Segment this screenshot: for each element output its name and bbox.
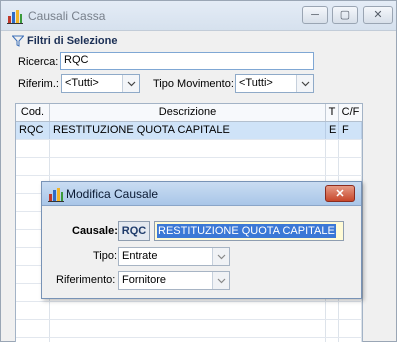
dialog-body: Causale: RQC RESTITUZIONE QUOTA CAPITALE…	[42, 207, 361, 298]
riferimento-value: Fornitore	[122, 274, 167, 286]
cell-t: E	[326, 122, 339, 139]
column-header-cod[interactable]: Cod.	[16, 104, 50, 121]
modifica-causale-dialog: Modifica Causale ✕ Causale: RQC RESTITUZ…	[41, 181, 362, 299]
empty-row[interactable]	[16, 320, 362, 338]
bar-chart-icon	[48, 188, 64, 202]
window-title: Causali Cassa	[28, 9, 106, 23]
riferim-label: Riferim.:	[18, 78, 59, 90]
search-label: Ricerca:	[18, 56, 59, 68]
search-input-value: RQC	[64, 54, 89, 66]
minimize-button[interactable]: ─	[302, 6, 328, 24]
riferim-select[interactable]: <Tutti>	[61, 74, 140, 93]
filter-header[interactable]: Filtri di Selezione	[12, 35, 117, 47]
chevron-down-icon[interactable]	[122, 75, 139, 92]
empty-row[interactable]	[16, 302, 362, 320]
causale-description-field[interactable]: RESTITUZIONE QUOTA CAPITALE	[154, 221, 344, 241]
search-input[interactable]: RQC	[60, 52, 314, 70]
minimize-icon: ─	[311, 8, 319, 21]
tipo-value: Entrate	[122, 250, 158, 262]
chevron-down-icon[interactable]	[212, 248, 229, 265]
empty-row[interactable]	[16, 338, 362, 342]
riferimento-select[interactable]: Fornitore	[118, 271, 230, 290]
funnel-icon	[12, 35, 24, 47]
cell-descrizione: RESTITUZIONE QUOTA CAPITALE	[50, 122, 326, 139]
chevron-down-icon[interactable]	[212, 272, 229, 289]
filter-header-label: Filtri di Selezione	[27, 35, 118, 47]
close-icon: ✕	[335, 188, 345, 200]
dialog-close-button[interactable]: ✕	[325, 185, 355, 202]
close-icon: ✕	[373, 8, 383, 21]
chevron-down-icon[interactable]	[296, 75, 313, 92]
main-titlebar[interactable]: Causali Cassa ─ ▢ ✕	[1, 1, 396, 31]
riferim-value: <Tutti>	[65, 77, 99, 89]
grid-header: Cod. Descrizione T C/F	[16, 104, 362, 122]
tipo-movimento-select[interactable]: <Tutti>	[235, 74, 314, 93]
dialog-titlebar[interactable]: Modifica Causale ✕	[42, 182, 361, 206]
table-row[interactable]: RQC RESTITUZIONE QUOTA CAPITALE E F	[16, 122, 362, 140]
close-button[interactable]: ✕	[363, 6, 393, 24]
causale-label: Causale:	[72, 225, 118, 237]
tipo-movimento-value: <Tutti>	[239, 77, 273, 89]
empty-row[interactable]	[16, 140, 362, 158]
maximize-icon: ▢	[339, 8, 351, 21]
bar-chart-icon	[7, 10, 23, 24]
column-header-t[interactable]: T	[326, 104, 339, 121]
riferimento-label: Riferimento:	[56, 274, 116, 286]
tipo-select[interactable]: Entrate	[118, 247, 230, 266]
column-header-descrizione[interactable]: Descrizione	[50, 104, 326, 121]
cell-cod: RQC	[16, 122, 50, 139]
dialog-title: Modifica Causale	[66, 187, 159, 201]
empty-row[interactable]	[16, 158, 362, 176]
cell-cf: F	[339, 122, 362, 139]
column-header-cf[interactable]: C/F	[339, 104, 362, 121]
causale-code-field[interactable]: RQC	[118, 221, 150, 241]
tipo-label: Tipo:	[93, 250, 118, 262]
tipo-movimento-label: Tipo Movimento:	[153, 78, 234, 90]
maximize-button[interactable]: ▢	[332, 6, 358, 24]
causale-description-value: RESTITUZIONE QUOTA CAPITALE	[157, 224, 336, 238]
